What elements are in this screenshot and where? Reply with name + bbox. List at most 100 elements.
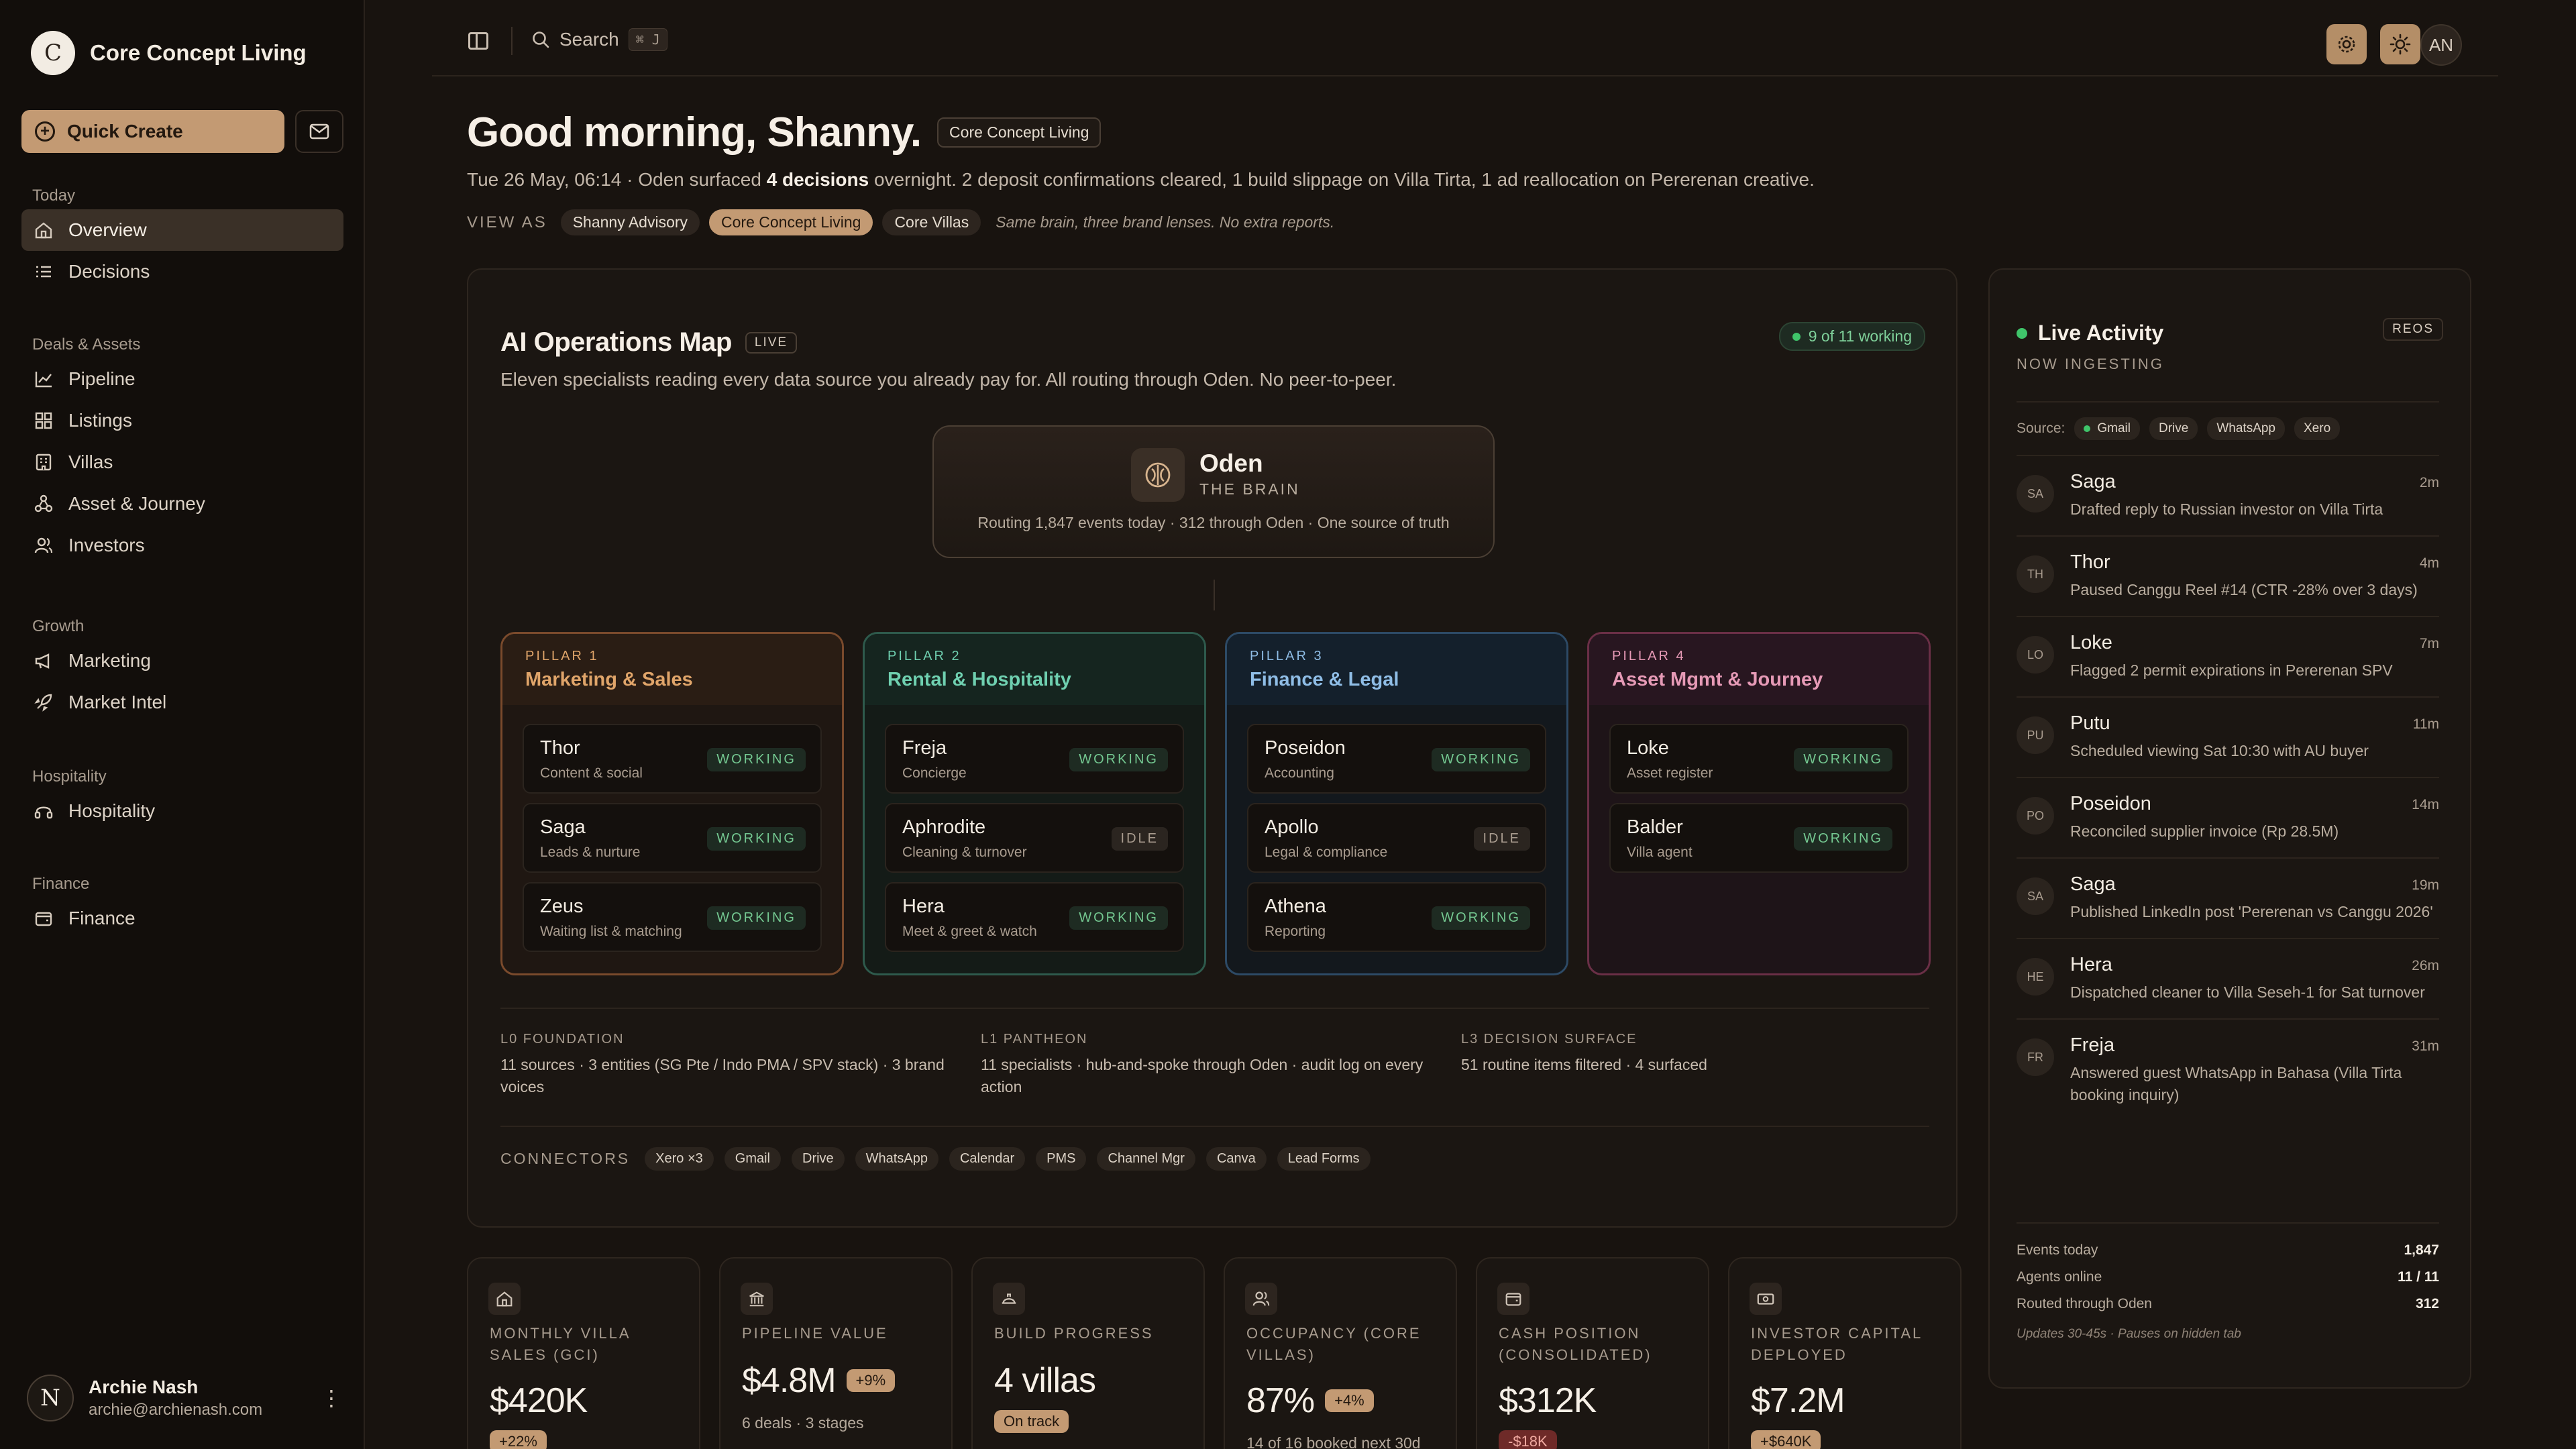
lens-option[interactable]: Core Concept Living	[709, 209, 873, 235]
agent-card[interactable]: Loke Asset register WORKING	[1609, 724, 1909, 794]
kpi-label: MONTHLY VILLA SALES (GCI)	[490, 1325, 631, 1363]
activity-agent-name: Saga	[2070, 471, 2116, 492]
stat-label: Agents online	[2017, 1269, 2102, 1285]
pillar-number: PILLAR 3	[1250, 649, 1324, 663]
sidebar-item-market-intel[interactable]: Market Intel	[21, 682, 343, 723]
theme-toggle-button[interactable]	[2380, 24, 2420, 64]
agent-card[interactable]: Hera Meet & greet & watch WORKING	[885, 882, 1184, 952]
user-avatar-button[interactable]: AN	[2420, 24, 2462, 66]
source-chip[interactable]: WhatsApp	[2207, 417, 2285, 440]
list-item[interactable]: HE Hera 26m Dispatched cleaner to Villa Ses…	[2017, 938, 2439, 1018]
connector-chip[interactable]: Canva	[1205, 1147, 1267, 1171]
sidebar-item-asset-journey[interactable]: Asset & Journey	[21, 483, 343, 525]
sidebar-item-pipeline[interactable]: Pipeline	[21, 358, 343, 400]
pillar-name: Rental & Hospitality	[888, 669, 1071, 690]
nav-group: Finance Finance	[21, 871, 343, 939]
quick-create-button[interactable]: + Quick Create	[21, 110, 284, 153]
stat-value: 1,847	[2404, 1242, 2439, 1258]
list-item[interactable]: LO Loke 7m Flagged 2 permit expirations in …	[2017, 616, 2439, 696]
list-item[interactable]: TH Thor 4m Paused Canggu Reel #14 (CTR -28%…	[2017, 535, 2439, 616]
view-as-note: Same brain, three brand lenses. No extra…	[996, 213, 1335, 231]
sidebar-item-investors[interactable]: Investors	[21, 525, 343, 566]
brain-tag: THE BRAIN	[1199, 480, 1300, 498]
agent-role: Leads & nurture	[540, 845, 641, 860]
divider	[511, 27, 513, 55]
sidebar-item-label: Finance	[68, 908, 136, 928]
sidebar-item-listings[interactable]: Listings	[21, 400, 343, 441]
kpi-icon-wrap	[741, 1283, 773, 1315]
agent-card[interactable]: Athena Reporting WORKING	[1247, 882, 1546, 952]
sidebar-item-hospitality[interactable]: Hospitality	[21, 790, 343, 832]
kpi-value-row: $7.2M	[1751, 1381, 1845, 1421]
brand[interactable]: C Core Concept Living	[31, 31, 307, 75]
sidebar-item-finance[interactable]: Finance	[21, 898, 343, 939]
agent-avatar: LO	[2017, 636, 2054, 674]
activity-agent-name: Loke	[2070, 632, 2112, 653]
kpi-label: CASH POSITION (CONSOLIDATED)	[1499, 1325, 1652, 1363]
kpi-card[interactable]: BUILD PROGRESS 4 villas On track	[971, 1257, 1205, 1449]
activity-stats: Events today 1,847 Agents online 11 / 11 Rou…	[2017, 1222, 2439, 1342]
nav-group: Today Overview Decisions	[21, 182, 343, 292]
connector-chip[interactable]: Channel Mgr	[1097, 1147, 1195, 1171]
agent-card[interactable]: Freja Concierge WORKING	[885, 724, 1184, 794]
kpi-label: BUILD PROGRESS	[994, 1325, 1154, 1342]
sidebar-toggle-icon[interactable]	[468, 32, 488, 50]
connector-chip[interactable]: Drive	[792, 1147, 845, 1171]
agent-card[interactable]: Zeus Waiting list & matching WORKING	[523, 882, 822, 952]
agent-name: Poseidon	[1265, 737, 1346, 759]
agent-card[interactable]: Aphrodite Cleaning & turnover IDLE	[885, 803, 1184, 873]
brain-card[interactable]: Oden THE BRAIN Routing 1,847 events toda…	[932, 425, 1495, 558]
connector-chip[interactable]: WhatsApp	[855, 1147, 938, 1171]
hardhat-icon	[999, 1289, 1019, 1309]
more-vertical-icon[interactable]: ⋮	[321, 1385, 342, 1411]
lens-option[interactable]: Core Villas	[882, 209, 981, 235]
list-item[interactable]: PU Putu 11m Scheduled viewing Sat 10:30 wit…	[2017, 696, 2439, 777]
stat-value: 312	[2415, 1296, 2439, 1311]
connector-chip[interactable]: Lead Forms	[1277, 1147, 1371, 1171]
layer-value: 11 sources · 3 entities (SG Pte / Indo P…	[500, 1056, 945, 1095]
list-item[interactable]: SA Saga 2m Drafted reply to Russian investo…	[2017, 455, 2439, 535]
inbox-button[interactable]	[295, 110, 343, 153]
list-item[interactable]: SA Saga 19m Published LinkedIn post 'Perere…	[2017, 857, 2439, 938]
connector-chip[interactable]: Xero ×3	[645, 1147, 714, 1171]
rocket-icon	[34, 692, 54, 712]
agent-role: Content & social	[540, 765, 643, 781]
agent-card[interactable]: Poseidon Accounting WORKING	[1247, 724, 1546, 794]
agent-card[interactable]: Thor Content & social WORKING	[523, 724, 822, 794]
sidebar-item-overview[interactable]: Overview	[21, 209, 343, 251]
user-card[interactable]: N Archie Nash archie@archienash.com ⋮	[27, 1371, 342, 1425]
activity-agent-name: Saga	[2070, 873, 2116, 895]
connector-line	[1214, 580, 1215, 610]
agent-card[interactable]: Apollo Legal & compliance IDLE	[1247, 803, 1546, 873]
list-item[interactable]: FR Freja 31m Answered guest WhatsApp in Bah…	[2017, 1018, 2439, 1121]
kpi-card[interactable]: PIPELINE VALUE $4.8M +9% 6 deals · 3 stages	[719, 1257, 953, 1449]
kpi-card[interactable]: INVESTOR CAPITAL DEPLOYED $7.2M +$640K	[1728, 1257, 1962, 1449]
search-button[interactable]: Search ⌘ J	[531, 28, 667, 51]
sidebar-item-villas[interactable]: Villas	[21, 441, 343, 483]
source-chip[interactable]: Gmail	[2074, 417, 2140, 440]
shortcut-hint: ⌘ J	[628, 28, 667, 51]
kpi-label: PIPELINE VALUE	[742, 1325, 888, 1342]
view-as-label: VIEW AS	[467, 213, 547, 231]
kpi-card[interactable]: OCCUPANCY (CORE VILLAS) 87% +4% 14 of 16 bo…	[1224, 1257, 1457, 1449]
daily-summary: Tue 26 May, 06:14 · Oden surfaced 4 deci…	[467, 169, 1815, 191]
kpi-card[interactable]: CASH POSITION (CONSOLIDATED) $312K -$18K	[1476, 1257, 1709, 1449]
sidebar-item-marketing[interactable]: Marketing	[21, 640, 343, 682]
list-item[interactable]: PO Poseidon 14m Reconciled supplier invoice…	[2017, 777, 2439, 857]
kpi-value: 4 villas	[994, 1361, 1096, 1400]
agent-card[interactable]: Saga Leads & nurture WORKING	[523, 803, 822, 873]
kpi-card[interactable]: MONTHLY VILLA SALES (GCI) $420K +22%	[467, 1257, 700, 1449]
connector-chip[interactable]: Gmail	[724, 1147, 781, 1171]
source-chip[interactable]: Xero	[2294, 417, 2341, 440]
ops-map-header: AI Operations Map LIVE	[500, 327, 798, 358]
lens-option[interactable]: Shanny Advisory	[560, 209, 700, 235]
source-chip[interactable]: Drive	[2149, 417, 2198, 440]
agent-card[interactable]: Balder Villa agent WORKING	[1609, 803, 1909, 873]
settings-button[interactable]	[2326, 24, 2367, 64]
sidebar-item-decisions[interactable]: Decisions	[21, 251, 343, 292]
agent-avatar: SA	[2017, 475, 2054, 513]
kpi-icon-wrap	[488, 1283, 521, 1315]
pillar-name: Finance & Legal	[1250, 669, 1399, 690]
connector-chip[interactable]: PMS	[1036, 1147, 1087, 1171]
connector-chip[interactable]: Calendar	[949, 1147, 1026, 1171]
